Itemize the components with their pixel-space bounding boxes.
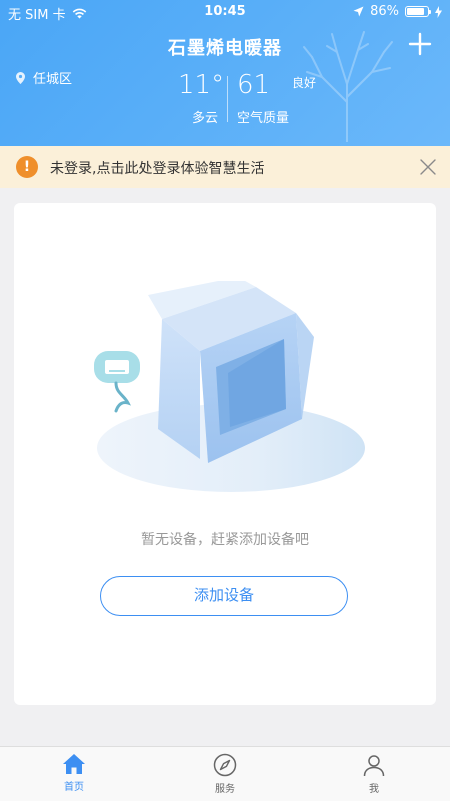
home-icon bbox=[63, 754, 85, 774]
aqi-label: 空气质量 bbox=[237, 111, 290, 126]
login-notice-text[interactable]: 未登录,点击此处登录体验智慧生活 bbox=[50, 158, 264, 178]
warning-icon: ! bbox=[16, 156, 38, 178]
close-icon[interactable] bbox=[418, 157, 438, 177]
device-list-card: 暂无设备，赶紧添加设备吧 添加设备 bbox=[14, 203, 436, 705]
aqi-value: 61 bbox=[237, 70, 271, 100]
tab-home-label: 首页 bbox=[64, 782, 84, 793]
empty-box-illustration bbox=[94, 281, 365, 492]
battery-icon bbox=[405, 6, 431, 17]
add-device-button[interactable]: 添加设备 bbox=[100, 576, 348, 616]
location-label: 任城区 bbox=[33, 72, 73, 87]
empty-state-message: 暂无设备，赶紧添加设备吧 bbox=[141, 532, 309, 548]
battery-level bbox=[407, 8, 425, 15]
battery-percent: 86% bbox=[370, 4, 399, 19]
add-icon[interactable] bbox=[408, 32, 432, 56]
charging-icon bbox=[435, 5, 442, 18]
weather-divider bbox=[227, 76, 228, 122]
header: 无 SIM 卡 10:45 86% 石墨烯电暖器 任城区 11° 多云 61 良… bbox=[0, 0, 450, 146]
map-pin-icon bbox=[16, 71, 25, 84]
tab-service-label: 服务 bbox=[215, 784, 235, 795]
page-title: 石墨烯电暖器 bbox=[168, 38, 282, 59]
tab-service[interactable]: 服务 bbox=[185, 753, 265, 795]
user-icon bbox=[363, 755, 385, 777]
location-arrow-icon bbox=[353, 6, 364, 17]
bottom-tab-bar: 首页 服务 我 bbox=[0, 746, 450, 801]
tab-me[interactable]: 我 bbox=[334, 753, 414, 795]
login-notice-banner[interactable]: ! 未登录,点击此处登录体验智慧生活 bbox=[0, 146, 450, 188]
location[interactable]: 任城区 bbox=[16, 68, 72, 87]
temperature: 11° bbox=[178, 70, 225, 100]
weather-condition: 多云 bbox=[192, 111, 219, 126]
tab-me-label: 我 bbox=[369, 784, 379, 795]
tab-home[interactable]: 首页 bbox=[34, 753, 114, 793]
compass-icon bbox=[213, 753, 237, 777]
status-bar: 无 SIM 卡 10:45 86% bbox=[0, 0, 450, 24]
aqi-level: 良好 bbox=[292, 76, 317, 90]
